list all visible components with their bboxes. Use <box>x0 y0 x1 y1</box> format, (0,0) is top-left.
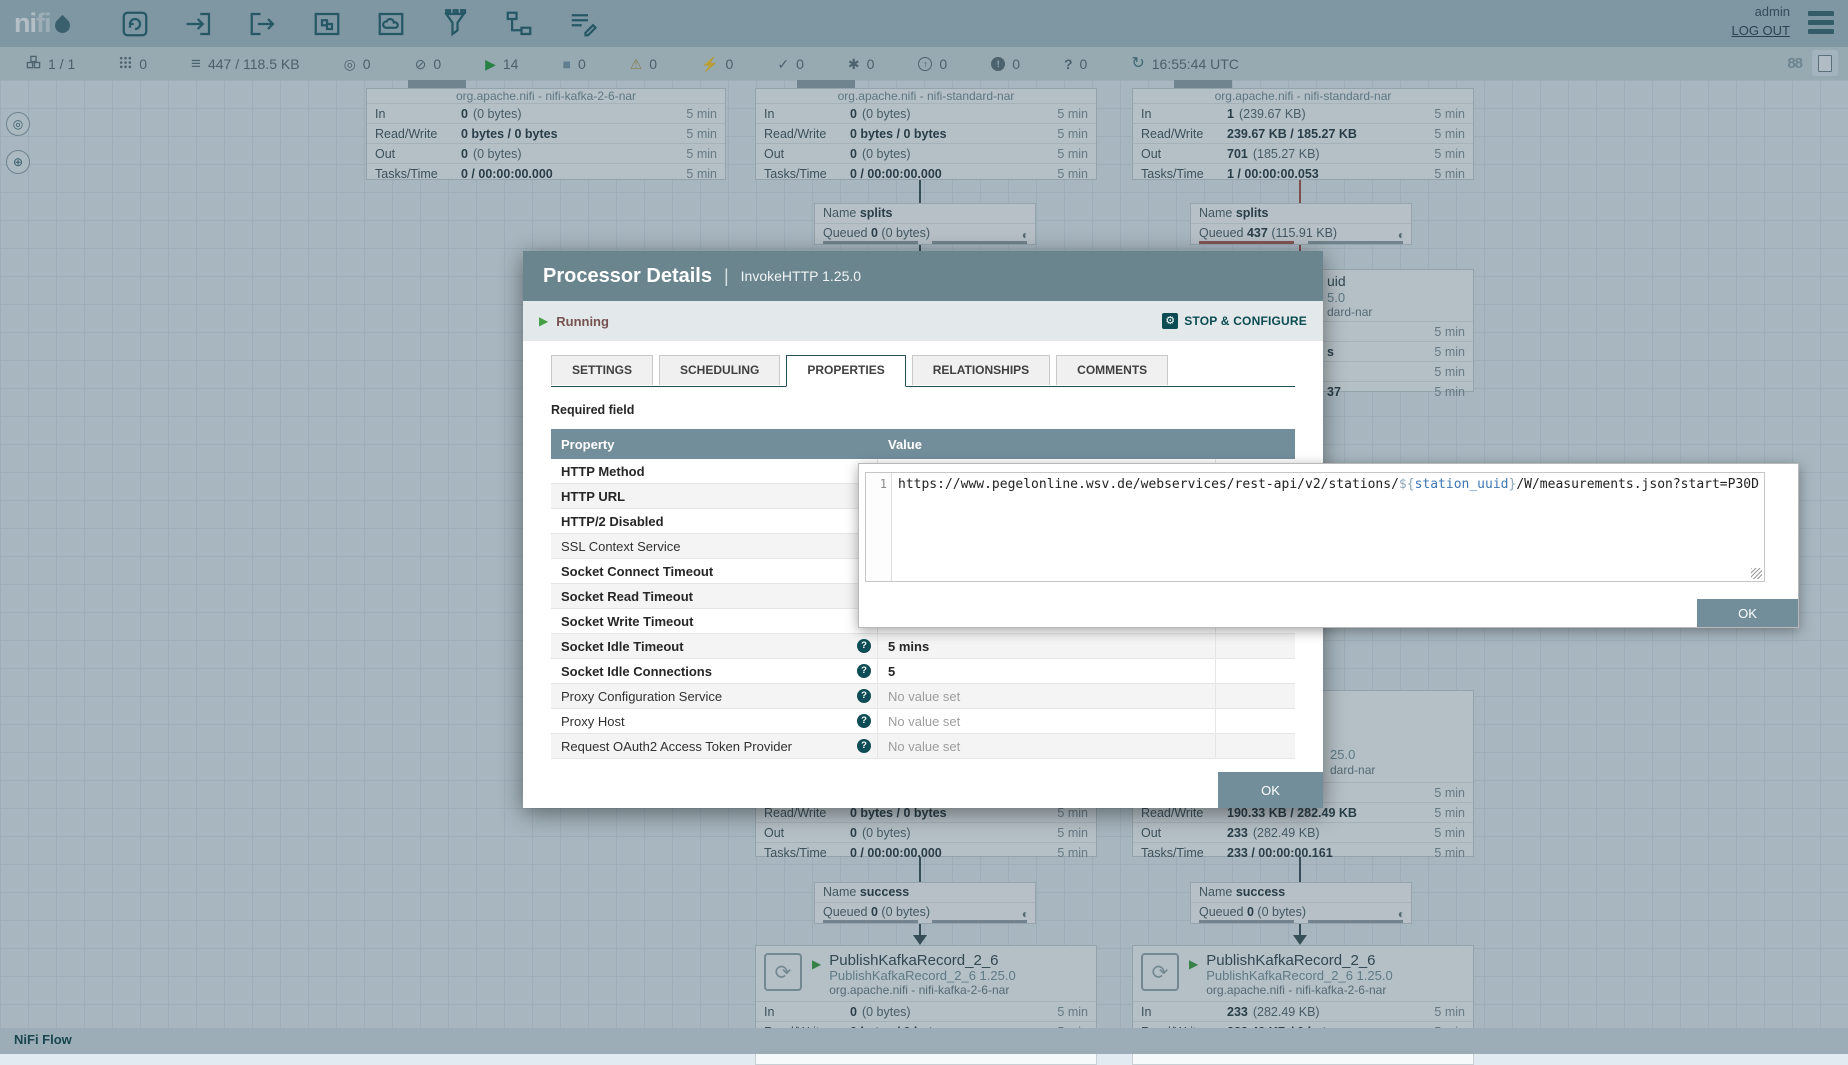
running-icon: ▶ <box>539 314 548 328</box>
table-row: Proxy Host?No value set <box>551 709 1295 734</box>
line-number-gutter: 1 <box>866 473 892 581</box>
tab-scheduling[interactable]: SCHEDULING <box>659 355 780 385</box>
tab-relationships[interactable]: RELATIONSHIPS <box>912 355 1050 385</box>
required-field-hint: Required field <box>551 403 1295 417</box>
help-icon[interactable]: ? <box>857 689 871 703</box>
running-label: Running <box>556 314 609 329</box>
value-column-header: Value <box>878 429 1216 459</box>
dialog-header: Processor Details | InvokeHTTP 1.25.0 <box>523 251 1323 301</box>
stop-and-configure-button[interactable]: ⚙ STOP & CONFIGURE <box>1162 313 1307 329</box>
dialog-status-bar: ▶ Running ⚙ STOP & CONFIGURE <box>523 301 1323 341</box>
value-editor[interactable]: 1 https://www.pegelonline.wsv.de/webserv… <box>865 472 1765 582</box>
value-editor-text[interactable]: https://www.pegelonline.wsv.de/webservic… <box>892 473 1759 581</box>
expression-variable: station_uuid <box>1415 477 1509 492</box>
dialog-ok-button[interactable]: OK <box>1218 772 1323 808</box>
help-icon[interactable]: ? <box>857 739 871 753</box>
help-icon[interactable]: ? <box>857 639 871 653</box>
table-row: Proxy Configuration Service?No value set <box>551 684 1295 709</box>
property-column-header: Property <box>551 429 878 459</box>
dialog-tabs: SETTINGS SCHEDULING PROPERTIES RELATIONS… <box>551 355 1295 387</box>
value-editor-popup: 1 https://www.pegelonline.wsv.de/webserv… <box>858 463 1799 628</box>
help-icon[interactable]: ? <box>857 664 871 678</box>
tab-properties[interactable]: PROPERTIES <box>786 355 905 387</box>
table-row: Socket Idle Connections?5 <box>551 659 1295 684</box>
gear-icon: ⚙ <box>1162 313 1178 329</box>
table-row: Request OAuth2 Access Token Provider?No … <box>551 734 1295 759</box>
tab-comments[interactable]: COMMENTS <box>1056 355 1168 385</box>
dialog-title: Processor Details <box>543 265 712 288</box>
help-icon[interactable]: ? <box>857 714 871 728</box>
tab-settings[interactable]: SETTINGS <box>551 355 653 385</box>
properties-table-header: Property Value <box>551 429 1295 459</box>
dialog-subtitle: InvokeHTTP 1.25.0 <box>741 268 861 284</box>
editor-ok-button[interactable]: OK <box>1697 599 1798 627</box>
resize-handle[interactable] <box>1751 568 1762 579</box>
table-row: Socket Idle Timeout?5 mins <box>551 634 1295 659</box>
